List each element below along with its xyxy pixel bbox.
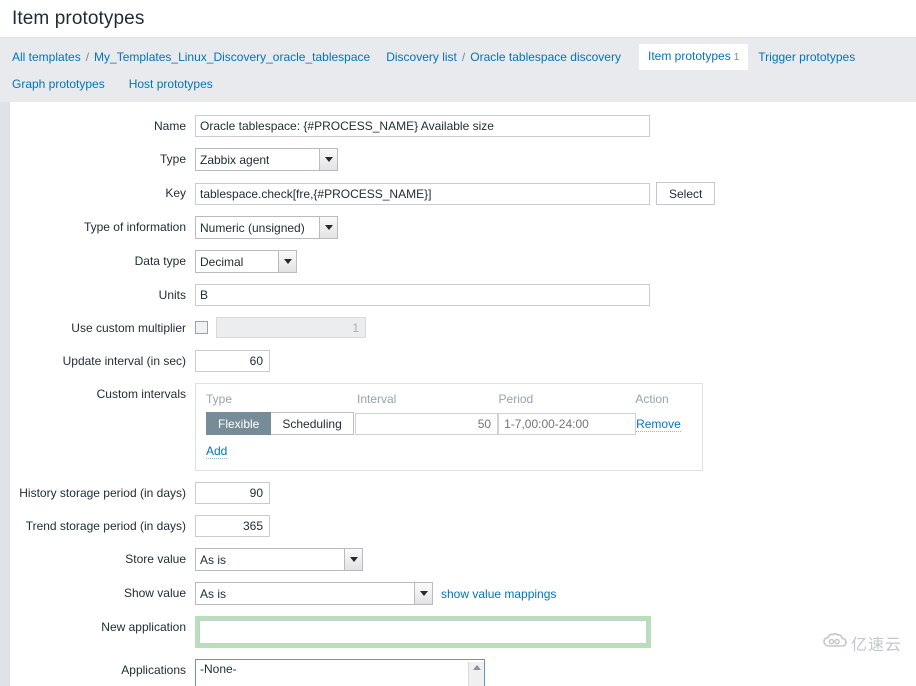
label-update-interval: Update interval (in sec) <box>62 354 186 368</box>
custom-multiplier-input <box>216 317 366 338</box>
type-of-information-select[interactable]: Numeric (unsigned) <box>195 216 338 239</box>
label-trend-storage-period: Trend storage period (in days) <box>25 519 186 533</box>
show-value-value: As is <box>200 586 227 601</box>
store-value-value: As is <box>200 552 227 567</box>
breadcrumb-item-template[interactable]: My_Templates_Linux_Discovery_oracle_tabl… <box>94 48 370 67</box>
data-type-value: Decimal <box>200 254 244 269</box>
update-interval-input[interactable] <box>195 350 270 372</box>
interval-type-toggle: Flexible Scheduling <box>206 412 354 435</box>
custom-intervals-header: Type Interval Period Action <box>206 392 692 406</box>
show-value-mappings-link[interactable]: show value mappings <box>441 587 556 601</box>
form-row-units: Units <box>10 284 916 306</box>
data-type-select[interactable]: Decimal <box>195 250 297 273</box>
label-show-value: Show value <box>123 586 186 600</box>
label-data-type: Data type <box>134 254 186 268</box>
column-header-interval: Interval <box>356 392 397 406</box>
tab-item-prototypes[interactable]: Item prototypes 1 <box>638 44 749 70</box>
units-input[interactable] <box>195 284 650 306</box>
name-input[interactable] <box>195 115 650 137</box>
custom-intervals-add-row: Add <box>206 444 692 459</box>
page-header: Item prototypes <box>0 0 916 37</box>
toggle-scheduling[interactable]: Scheduling <box>271 412 354 435</box>
chevron-down-icon <box>319 149 337 170</box>
form-row-trend-storage-period: Trend storage period (in days) <box>10 515 916 537</box>
type-of-information-value: Numeric (unsigned) <box>200 220 305 235</box>
form-row-update-interval: Update interval (in sec) <box>10 350 916 372</box>
column-header-action: Action <box>635 392 669 406</box>
breadcrumb-item-discovery-list[interactable]: Discovery list <box>386 48 457 67</box>
breadcrumb-second-row: Graph prototypes Host prototypes <box>12 72 916 97</box>
label-applications: Applications <box>121 663 186 677</box>
label-type-of-information: Type of information <box>83 220 186 234</box>
label-name: Name <box>153 119 186 133</box>
breadcrumb-separator: / <box>85 49 90 64</box>
form-row-history-storage-period: History storage period (in days) <box>10 482 916 504</box>
remove-interval-link[interactable]: Remove <box>636 416 681 432</box>
form-row-key: Key Select <box>10 182 916 205</box>
label-type: Type <box>159 152 186 166</box>
add-interval-link[interactable]: Add <box>206 444 228 459</box>
label-custom-intervals: Custom intervals <box>96 387 186 401</box>
tab-item-prototypes-count: 1 <box>733 52 740 63</box>
page-title: Item prototypes <box>12 7 145 29</box>
chevron-down-icon <box>319 217 337 238</box>
form-row-type-of-information: Type of information Numeric (unsigned) <box>10 216 916 239</box>
interval-input[interactable] <box>355 412 499 435</box>
breadcrumb-item-discovery-rule[interactable]: Oracle tablespace discovery <box>470 48 621 67</box>
form-row-store-value: Store value As is <box>10 548 916 571</box>
trend-storage-period-input[interactable] <box>195 515 270 537</box>
type-select[interactable]: Zabbix agent <box>195 148 338 171</box>
label-new-application: New application <box>101 620 186 634</box>
form-row-data-type: Data type Decimal <box>10 250 916 273</box>
label-use-custom-multiplier: Use custom multiplier <box>71 321 186 335</box>
column-header-period: Period <box>498 392 534 406</box>
key-input[interactable] <box>195 182 650 205</box>
form-row-name: Name <box>10 115 916 137</box>
chevron-down-icon <box>344 549 362 570</box>
label-history-storage-period: History storage period (in days) <box>19 486 186 500</box>
type-select-value: Zabbix agent <box>200 152 270 167</box>
show-value-select[interactable]: As is <box>195 582 433 605</box>
label-store-value: Store value <box>125 552 186 566</box>
tab-trigger-prototypes[interactable]: Trigger prototypes <box>750 45 863 70</box>
content-wrapper: Name Type Zabbix agent Key Select Type o… <box>0 102 916 686</box>
scroll-up-icon[interactable] <box>468 662 484 686</box>
new-application-highlight <box>195 616 651 648</box>
form-row-new-application: New application <box>10 616 916 648</box>
table-row: Flexible Scheduling Remove <box>206 412 692 435</box>
history-storage-period-input[interactable] <box>195 482 270 504</box>
new-application-input[interactable] <box>199 620 647 644</box>
custom-intervals-table: Type Interval Period Action Flexible Sch… <box>195 383 703 471</box>
toggle-flexible[interactable]: Flexible <box>206 412 272 435</box>
applications-listbox[interactable]: -None- <box>195 659 485 686</box>
store-value-select[interactable]: As is <box>195 548 363 571</box>
breadcrumb-item-all-templates[interactable]: All templates <box>12 48 81 67</box>
breadcrumb: All templates / My_Templates_Linux_Disco… <box>12 44 916 70</box>
applications-selected-option: -None- <box>200 662 237 676</box>
period-input[interactable] <box>498 412 637 435</box>
item-prototype-form-panel: Name Type Zabbix agent Key Select Type o… <box>10 102 916 686</box>
column-header-type: Type <box>206 392 233 406</box>
form-row-type: Type Zabbix agent <box>10 148 916 171</box>
label-key: Key <box>165 186 186 200</box>
form-row-use-custom-multiplier: Use custom multiplier <box>10 317 916 339</box>
tab-host-prototypes[interactable]: Host prototypes <box>129 72 221 97</box>
breadcrumb-nav-strip: All templates / My_Templates_Linux_Disco… <box>0 37 916 102</box>
form-row-custom-intervals: Custom intervals Type Interval Period Ac… <box>10 383 916 471</box>
chevron-down-icon <box>278 251 296 272</box>
breadcrumb-separator-2: / <box>461 49 466 64</box>
tab-graph-prototypes[interactable]: Graph prototypes <box>12 72 113 97</box>
label-units: Units <box>158 288 186 302</box>
form-row-show-value: Show value As is show value mappings <box>10 582 916 605</box>
tab-item-prototypes-label: Item prototypes <box>647 49 731 63</box>
use-custom-multiplier-checkbox[interactable] <box>195 321 208 334</box>
form-row-applications: Applications -None- <box>10 659 916 686</box>
key-select-button[interactable]: Select <box>656 182 716 205</box>
chevron-down-icon <box>414 583 432 604</box>
